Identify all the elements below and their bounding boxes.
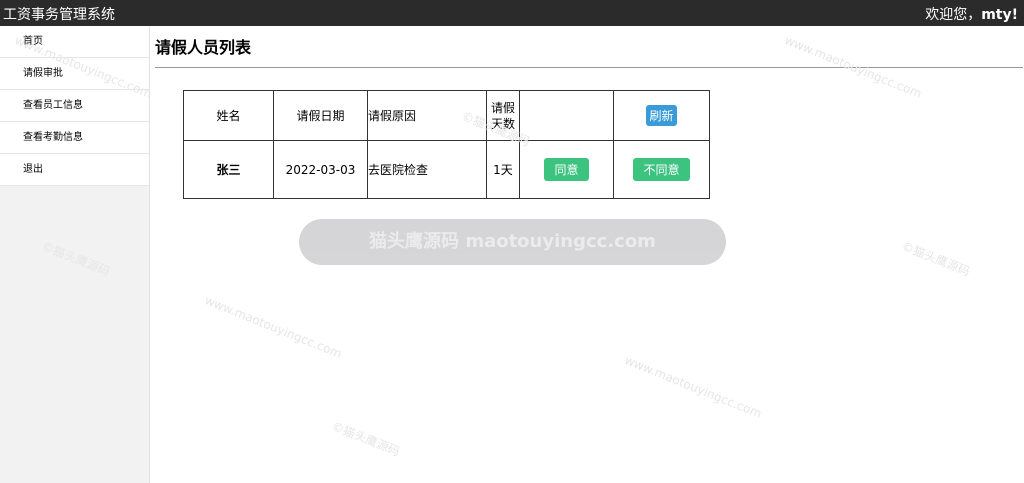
page-title: 请假人员列表: [155, 38, 252, 57]
sidebar-item-logout[interactable]: 退出: [0, 154, 149, 186]
table-header-row: 姓名 请假日期 请假原因 请假天数 刷新: [183, 90, 710, 141]
cell-agree: 同意: [519, 140, 614, 199]
welcome-message: 欢迎您，mty!: [925, 4, 1018, 24]
watermark-text: www.maotouyingcc.com: [202, 293, 344, 361]
watermark-mark: ©猫头鹰源码: [899, 238, 972, 279]
sidebar-item-home[interactable]: 首页: [0, 26, 149, 58]
header-reason: 请假原因: [367, 90, 487, 141]
watermark-text: www.maotouyingcc.com: [622, 353, 764, 421]
header-days: 请假天数: [486, 90, 520, 141]
header-name: 姓名: [183, 90, 274, 141]
refresh-button[interactable]: 刷新: [646, 105, 677, 126]
cell-name: 张三: [183, 140, 274, 199]
header-action-empty: [519, 90, 614, 141]
top-bar: 工资事务管理系统 欢迎您，mty!: [0, 0, 1024, 26]
welcome-prefix: 欢迎您，: [925, 7, 982, 23]
table-row: 张三 2022-03-03 去医院检查 1天 同意 不同意: [183, 140, 710, 199]
username: mty!: [981, 7, 1018, 23]
agree-button[interactable]: 同意: [544, 158, 589, 181]
header-refresh-cell: 刷新: [613, 90, 710, 141]
app-title: 工资事务管理系统: [3, 7, 115, 23]
watermark-mark: ©猫头鹰源码: [329, 418, 402, 459]
title-divider: [155, 67, 1023, 68]
sidebar: 首页 请假审批 查看员工信息 查看考勤信息 退出: [0, 26, 150, 483]
disagree-button[interactable]: 不同意: [633, 158, 690, 181]
watermark-overlay: 猫头鹰源码 maotouyingcc.com: [299, 219, 726, 265]
cell-disagree: 不同意: [613, 140, 710, 199]
sidebar-item-leave-approval[interactable]: 请假审批: [0, 58, 149, 90]
sidebar-item-attendance-info[interactable]: 查看考勤信息: [0, 122, 149, 154]
cell-days: 1天: [486, 140, 520, 199]
header-date: 请假日期: [273, 90, 368, 141]
leave-table: 姓名 请假日期 请假原因 请假天数 刷新 张三 2022-03-03 去医院检查…: [183, 90, 710, 199]
cell-date: 2022-03-03: [273, 140, 368, 199]
cell-reason: 去医院检查: [367, 140, 487, 199]
sidebar-item-employee-info[interactable]: 查看员工信息: [0, 90, 149, 122]
